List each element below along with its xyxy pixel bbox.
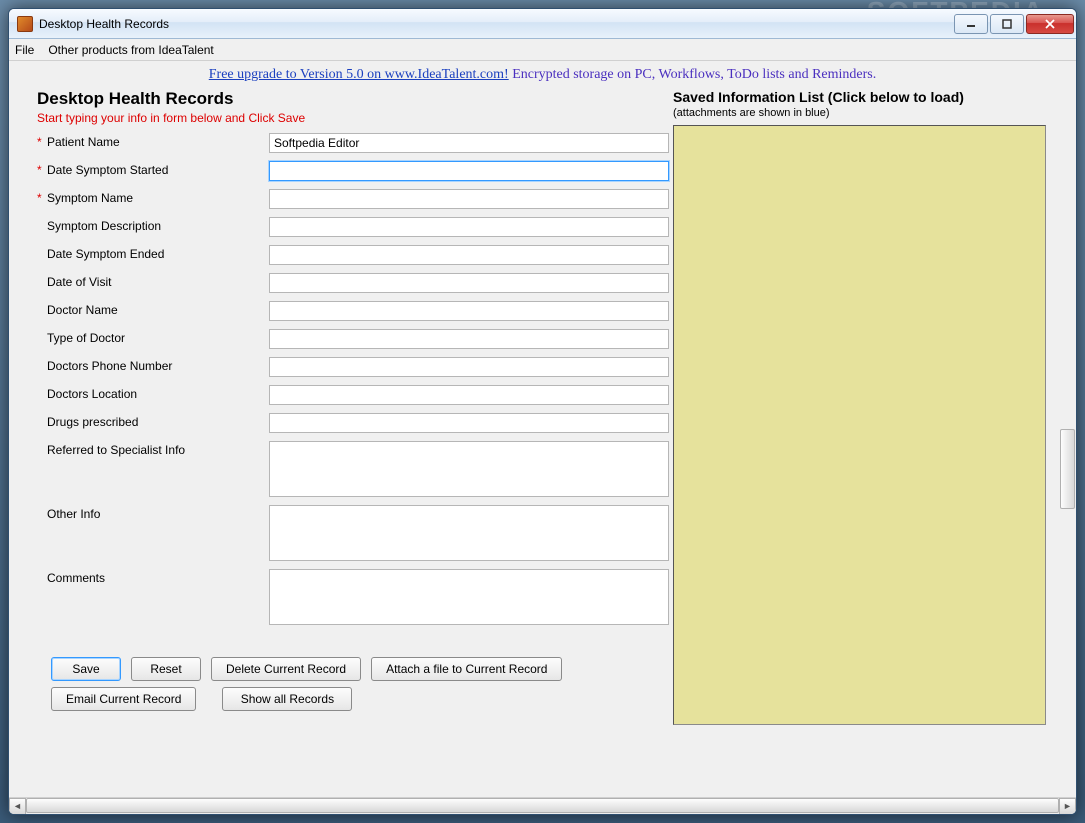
horizontal-scrollbar[interactable]: ◄ ►	[9, 797, 1076, 814]
required-marker: *	[37, 163, 47, 177]
row-patient-name: *Patient Name	[37, 133, 669, 153]
input-drugs-prescribed[interactable]	[269, 413, 669, 433]
label-referred-specialist: Referred to Specialist Info	[47, 443, 185, 457]
row-doctor-name: Doctor Name	[37, 301, 669, 321]
close-button[interactable]	[1026, 14, 1074, 34]
input-doctors-phone[interactable]	[269, 357, 669, 377]
required-marker: *	[37, 191, 47, 205]
email-record-button[interactable]: Email Current Record	[51, 687, 196, 711]
maximize-icon	[1002, 19, 1012, 29]
input-referred-specialist[interactable]	[269, 441, 669, 497]
label-symptom-name: Symptom Name	[47, 191, 133, 205]
vertical-scrollbar[interactable]	[1059, 139, 1076, 797]
label-doctors-location: Doctors Location	[47, 387, 137, 401]
label-type-of-doctor: Type of Doctor	[47, 331, 125, 345]
window-title: Desktop Health Records	[39, 17, 952, 31]
menubar: File Other products from IdeaTalent	[9, 39, 1076, 61]
label-doctors-phone: Doctors Phone Number	[47, 359, 172, 373]
input-date-symptom-ended[interactable]	[269, 245, 669, 265]
row-date-of-visit: Date of Visit	[37, 273, 669, 293]
input-symptom-description[interactable]	[269, 217, 669, 237]
row-doctors-phone: Doctors Phone Number	[37, 357, 669, 377]
scroll-left-arrow[interactable]: ◄	[9, 798, 26, 815]
minimize-button[interactable]	[954, 14, 988, 34]
input-date-of-visit[interactable]	[269, 273, 669, 293]
upgrade-banner: Free upgrade to Version 5.0 on www.IdeaT…	[9, 61, 1076, 87]
form-subheading: Start typing your info in form below and…	[37, 111, 669, 125]
saved-list-panel: Saved Information List (Click below to l…	[669, 87, 1076, 814]
scroll-track[interactable]	[26, 798, 1059, 815]
row-symptom-name: *Symptom Name	[37, 189, 669, 209]
row-type-of-doctor: Type of Doctor	[37, 329, 669, 349]
label-symptom-description: Symptom Description	[47, 219, 161, 233]
label-patient-name: Patient Name	[47, 135, 120, 149]
label-doctor-name: Doctor Name	[47, 303, 118, 317]
content-area: Desktop Health Records Start typing your…	[9, 87, 1076, 814]
input-date-symptom-started[interactable]	[269, 161, 669, 181]
label-date-of-visit: Date of Visit	[47, 275, 111, 289]
maximize-button[interactable]	[990, 14, 1024, 34]
form-heading: Desktop Health Records	[37, 89, 669, 109]
row-doctors-location: Doctors Location	[37, 385, 669, 405]
saved-list-heading: Saved Information List (Click below to l…	[673, 89, 1046, 105]
show-all-records-button[interactable]: Show all Records	[222, 687, 352, 711]
saved-list-box[interactable]	[673, 125, 1046, 725]
delete-record-button[interactable]: Delete Current Record	[211, 657, 361, 681]
row-date-symptom-started: *Date Symptom Started	[37, 161, 669, 181]
app-icon	[17, 16, 33, 32]
app-window: Desktop Health Records File Other produc…	[8, 8, 1077, 815]
row-drugs-prescribed: Drugs prescribed	[37, 413, 669, 433]
minimize-icon	[966, 19, 976, 29]
input-other-info[interactable]	[269, 505, 669, 561]
row-date-symptom-ended: Date Symptom Ended	[37, 245, 669, 265]
form-panel: Desktop Health Records Start typing your…	[9, 87, 669, 814]
reset-button[interactable]: Reset	[131, 657, 201, 681]
label-date-symptom-ended: Date Symptom Ended	[47, 247, 164, 261]
vertical-scroll-thumb[interactable]	[1060, 429, 1075, 509]
input-doctor-name[interactable]	[269, 301, 669, 321]
scroll-right-arrow[interactable]: ►	[1059, 798, 1076, 815]
row-symptom-description: Symptom Description	[37, 217, 669, 237]
required-marker: *	[37, 135, 47, 149]
label-comments: Comments	[47, 571, 105, 585]
row-referred-specialist: Referred to Specialist Info	[37, 441, 669, 497]
input-comments[interactable]	[269, 569, 669, 625]
input-patient-name[interactable]	[269, 133, 669, 153]
horizontal-scroll-thumb[interactable]	[26, 798, 1059, 813]
input-symptom-name[interactable]	[269, 189, 669, 209]
row-other-info: Other Info	[37, 505, 669, 561]
label-drugs-prescribed: Drugs prescribed	[47, 415, 138, 429]
button-row-1: Save Reset Delete Current Record Attach …	[37, 657, 669, 681]
menu-file[interactable]: File	[15, 43, 34, 57]
window-controls	[952, 14, 1074, 34]
upgrade-link[interactable]: Free upgrade to Version 5.0 on www.IdeaT…	[209, 67, 509, 82]
row-comments: Comments	[37, 569, 669, 625]
menu-other-products[interactable]: Other products from IdeaTalent	[48, 43, 213, 57]
attach-file-button[interactable]: Attach a file to Current Record	[371, 657, 562, 681]
save-button[interactable]: Save	[51, 657, 121, 681]
banner-rest: Encrypted storage on PC, Workflows, ToDo…	[509, 67, 877, 82]
button-row-2: Email Current Record Show all Records	[37, 687, 669, 711]
saved-list-sub: (attachments are shown in blue)	[673, 107, 1046, 119]
titlebar[interactable]: Desktop Health Records	[9, 9, 1076, 39]
label-date-symptom-started: Date Symptom Started	[47, 163, 168, 177]
label-other-info: Other Info	[47, 507, 100, 521]
input-doctors-location[interactable]	[269, 385, 669, 405]
input-type-of-doctor[interactable]	[269, 329, 669, 349]
close-icon	[1044, 19, 1056, 29]
